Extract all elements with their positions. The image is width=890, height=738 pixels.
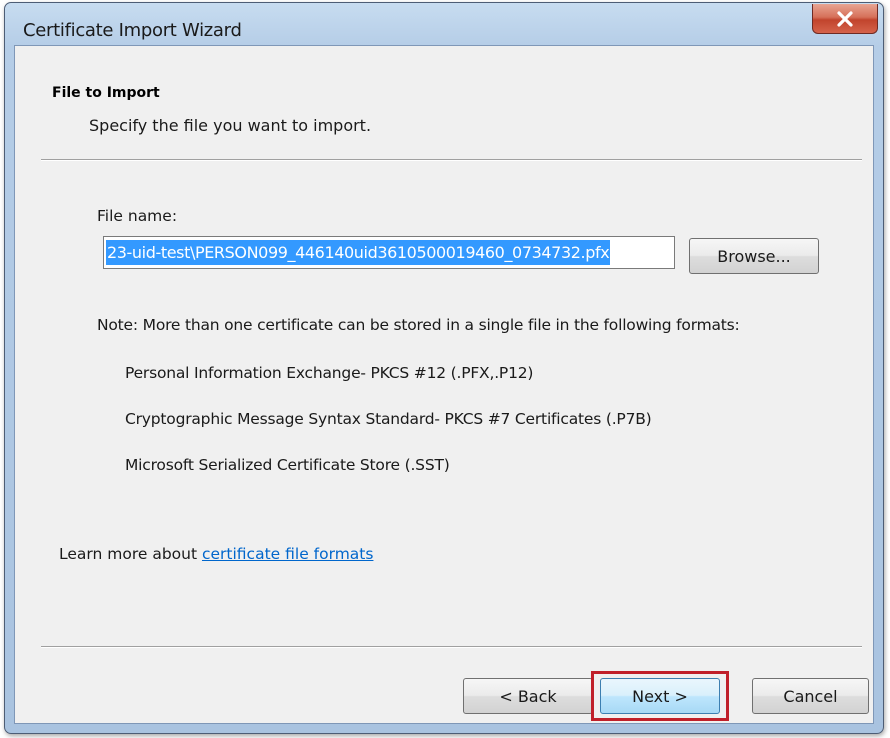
- close-button[interactable]: [812, 4, 878, 34]
- cancel-button[interactable]: Cancel: [752, 678, 869, 714]
- file-name-value: 23-uid-test\PERSON099_446140uid361050001…: [106, 240, 611, 265]
- page-subtitle: Specify the file you want to import.: [89, 116, 372, 135]
- next-button[interactable]: Next >: [600, 678, 720, 714]
- wizard-header: File to Import Specify the file you want…: [15, 46, 873, 160]
- page-title: File to Import: [52, 85, 160, 101]
- footer-divider: [41, 646, 862, 648]
- learn-more: Learn more about certificate file format…: [59, 545, 373, 563]
- formats-note: Note: More than one certificate can be s…: [97, 316, 740, 334]
- back-button[interactable]: < Back: [463, 678, 593, 714]
- certificate-import-wizard-window: Certificate Import Wizard File to Import…: [4, 2, 884, 734]
- file-name-input[interactable]: 23-uid-test\PERSON099_446140uid361050001…: [103, 236, 675, 269]
- file-name-label: File name:: [97, 207, 178, 225]
- learn-more-text: Learn more about: [59, 545, 202, 563]
- header-divider: [41, 159, 862, 161]
- format-item-p7b: Cryptographic Message Syntax Standard- P…: [125, 410, 652, 428]
- wizard-client-area: File to Import Specify the file you want…: [14, 45, 874, 724]
- close-x-icon: [837, 10, 853, 27]
- window-title: Certificate Import Wizard: [23, 20, 242, 41]
- format-item-pfx: Personal Information Exchange- PKCS #12 …: [125, 364, 534, 382]
- format-item-sst: Microsoft Serialized Certificate Store (…: [125, 456, 450, 474]
- browse-button[interactable]: Browse...: [689, 238, 819, 274]
- certificate-file-formats-link[interactable]: certificate file formats: [202, 545, 373, 563]
